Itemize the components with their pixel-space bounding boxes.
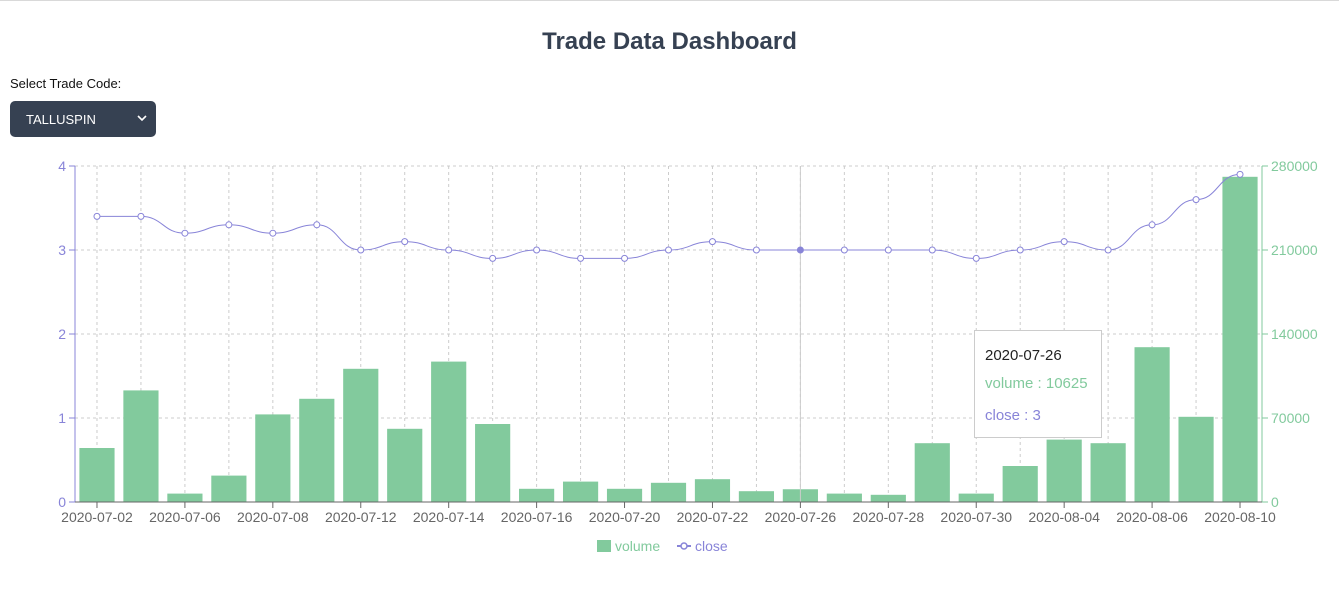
volume-bar[interactable]	[870, 494, 906, 502]
close-point[interactable]	[93, 212, 101, 220]
y-left-tick-label: 2	[58, 326, 66, 342]
y-left-tick-label: 4	[58, 158, 66, 174]
volume-bar[interactable]	[1134, 347, 1170, 502]
chart-tooltip: 2020-07-26 volume : 10625 close : 3	[974, 330, 1102, 438]
chart-legend: volume close	[597, 538, 728, 554]
volume-bar[interactable]	[211, 475, 247, 502]
x-tick-label: 2020-07-30	[940, 509, 1012, 525]
volume-bar[interactable]	[1002, 466, 1038, 502]
x-tick-label: 2020-07-12	[325, 509, 397, 525]
volume-bar[interactable]	[694, 479, 731, 502]
close-point[interactable]	[1104, 246, 1112, 254]
close-point[interactable]	[225, 221, 233, 229]
tooltip-close: close : 3	[985, 407, 1041, 424]
close-point[interactable]	[489, 254, 497, 262]
volume-bar[interactable]	[826, 493, 862, 502]
volume-bar[interactable]	[1178, 416, 1214, 502]
legend-volume-label: volume	[615, 538, 660, 554]
x-tick-label: 2020-07-08	[237, 509, 309, 525]
close-point[interactable]	[752, 246, 760, 254]
volume-bar[interactable]	[606, 488, 643, 502]
close-point[interactable]	[269, 229, 277, 237]
close-point[interactable]	[708, 238, 716, 246]
tooltip-volume: volume : 10625	[985, 375, 1088, 392]
close-point[interactable]	[137, 212, 145, 220]
x-tick-label: 2020-07-28	[853, 509, 925, 525]
volume-bar[interactable]	[255, 414, 291, 502]
volume-bar[interactable]	[738, 491, 775, 502]
y-right-tick-label: 70000	[1271, 410, 1310, 426]
volume-bar[interactable]	[650, 482, 687, 502]
x-tick-label: 2020-08-06	[1116, 509, 1188, 525]
x-tick-label: 2020-07-06	[149, 509, 221, 525]
y-right-tick-label: 280000	[1271, 158, 1318, 174]
volume-bar[interactable]	[1222, 176, 1258, 503]
close-point[interactable]	[1148, 221, 1156, 229]
x-tick-label: 2020-07-20	[589, 509, 661, 525]
close-point[interactable]	[533, 246, 541, 254]
close-point[interactable]	[401, 238, 409, 246]
volume-bar[interactable]	[79, 448, 115, 502]
close-point[interactable]	[357, 246, 365, 254]
legend-close-label: close	[695, 538, 728, 554]
close-point[interactable]	[445, 246, 453, 254]
close-point[interactable]	[621, 254, 629, 262]
volume-bar[interactable]	[167, 493, 203, 502]
y-left-tick-label: 3	[58, 242, 66, 258]
close-point[interactable]	[884, 246, 892, 254]
volume-bar[interactable]	[519, 488, 555, 502]
x-tick-label: 2020-08-04	[1028, 509, 1100, 525]
close-point[interactable]	[1060, 238, 1068, 246]
tooltip-date: 2020-07-26	[985, 347, 1062, 364]
volume-bar[interactable]	[431, 361, 467, 502]
x-tick-label: 2020-07-16	[501, 509, 573, 525]
close-point[interactable]	[181, 229, 189, 237]
volume-bar[interactable]	[914, 443, 950, 502]
volume-bar[interactable]	[343, 368, 379, 502]
y-right-tick-label: 210000	[1271, 242, 1318, 258]
volume-bar[interactable]	[562, 481, 599, 502]
close-point[interactable]	[840, 246, 848, 254]
close-point-active[interactable]	[796, 246, 804, 254]
close-point[interactable]	[928, 246, 936, 254]
close-point[interactable]	[1192, 196, 1200, 204]
legend-volume-swatch	[597, 540, 611, 552]
y-right-tick-label: 140000	[1271, 326, 1318, 342]
legend-close-marker	[680, 542, 688, 550]
volume-bar[interactable]	[475, 424, 511, 502]
y-left-tick-label: 1	[58, 410, 66, 426]
volume-bar[interactable]	[1090, 443, 1126, 502]
x-tick-label: 2020-07-02	[61, 509, 133, 525]
close-point[interactable]	[577, 254, 585, 262]
x-tick-label: 2020-07-26	[765, 509, 837, 525]
close-point[interactable]	[972, 254, 980, 262]
close-point[interactable]	[1236, 170, 1244, 178]
close-point[interactable]	[1016, 246, 1024, 254]
x-tick-label: 2020-07-22	[677, 509, 749, 525]
y-left-tick-label: 0	[58, 494, 66, 510]
volume-bar[interactable]	[387, 428, 423, 502]
volume-bar[interactable]	[123, 390, 159, 502]
volume-bar[interactable]	[958, 493, 994, 502]
x-tick-label: 2020-07-14	[413, 509, 485, 525]
close-point[interactable]	[313, 221, 321, 229]
volume-bar[interactable]	[299, 398, 335, 502]
trade-chart[interactable]: 0 1 2 3 4 0 70000 140000 210000 280000 2020-07-02 2…	[0, 0, 1339, 589]
x-tick-label: 2020-08-10	[1204, 509, 1276, 525]
volume-bar[interactable]	[1046, 439, 1082, 502]
y-right-tick-label: 0	[1271, 494, 1279, 510]
close-point[interactable]	[665, 246, 672, 254]
